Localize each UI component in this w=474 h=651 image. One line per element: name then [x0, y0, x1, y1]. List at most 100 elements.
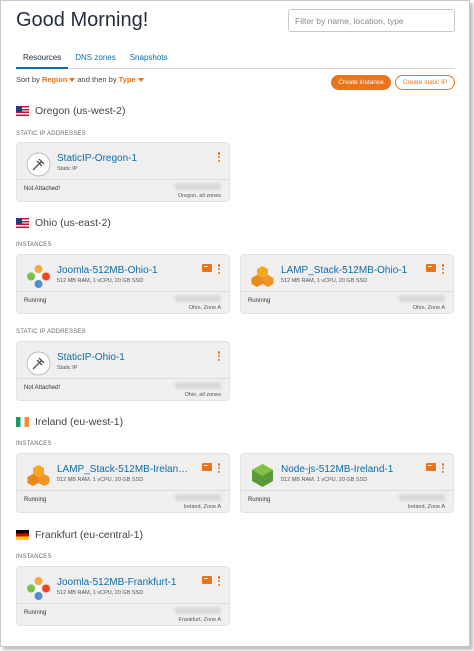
sort-bar: Sort by Region and then by Type: [16, 75, 144, 84]
instance-card[interactable]: Node-js-512MB-Ireland-1 512 MB RAM, 1 vC…: [240, 453, 454, 513]
section-label: STATIC IP ADDRESSES: [16, 131, 86, 137]
card-title[interactable]: LAMP_Stack-512MB-Ohio-1: [281, 265, 407, 276]
ip-address-redacted: [399, 295, 445, 302]
card-subtitle: Static IP: [57, 166, 78, 172]
tab-snapshots[interactable]: Snapshots: [123, 51, 175, 69]
card-title[interactable]: Node-js-512MB-Ireland-1: [281, 464, 393, 475]
terminal-icon[interactable]: [202, 576, 212, 584]
card-status: Not Attached!: [24, 385, 61, 391]
card-status: Running: [248, 298, 271, 304]
section-label: INSTANCES: [16, 441, 52, 447]
chevron-down-icon: [69, 78, 76, 83]
sort-primary-dropdown[interactable]: Region: [41, 75, 76, 84]
more-options-icon[interactable]: [441, 463, 445, 473]
terminal-icon[interactable]: [426, 463, 436, 471]
us-flag-icon: [16, 218, 29, 228]
ireland-flag-icon: [16, 417, 29, 427]
region-name: Ohio (us-east-2): [35, 217, 111, 229]
more-options-icon[interactable]: [217, 463, 221, 473]
sort-secondary-label: Type: [118, 75, 136, 84]
card-zone: Ohio, Zone A: [188, 305, 221, 311]
app-frame: Good Morning! Resources DNS zones Snapsh…: [0, 0, 470, 647]
lamp-stack-icon: [26, 463, 51, 488]
ip-address-redacted: [399, 494, 445, 501]
ip-address-redacted: [175, 183, 221, 190]
tab-bar: Resources DNS zones Snapshots: [16, 51, 455, 69]
card-divider: [17, 291, 229, 292]
instance-card[interactable]: LAMP_Stack-512MB-Ohio-1 512 MB RAM, 1 vC…: [240, 254, 454, 314]
card-divider: [241, 291, 453, 292]
card-title[interactable]: LAMP_Stack-512MB-Irelan…: [57, 464, 188, 475]
region-name: Ireland (eu-west-1): [35, 416, 124, 428]
card-subtitle: 512 MB RAM, 1 vCPU, 20 GB SSD: [57, 477, 144, 483]
region-header-frankfurt: Frankfurt (eu-central-1): [16, 529, 143, 541]
terminal-icon[interactable]: [202, 463, 212, 471]
static-ip-card[interactable]: StaticIP-Ohio-1 Static IP Not Attached! …: [16, 341, 230, 401]
terminal-icon[interactable]: [426, 264, 436, 272]
create-instance-button[interactable]: Create instance: [331, 75, 391, 90]
more-options-icon[interactable]: [217, 152, 221, 162]
terminal-icon[interactable]: [202, 264, 212, 272]
ip-address-redacted: [175, 295, 221, 302]
sort-secondary-dropdown[interactable]: Type: [119, 75, 144, 84]
section-label: INSTANCES: [16, 554, 52, 560]
card-subtitle: Static IP: [57, 365, 78, 371]
card-zone: Ireland, Zone A: [407, 504, 445, 510]
card-divider: [17, 490, 229, 491]
tab-resources[interactable]: Resources: [16, 51, 69, 69]
germany-flag-icon: [16, 530, 29, 540]
card-subtitle: 512 MB RAM, 1 vCPU, 20 GB SSD: [57, 590, 144, 596]
region-name: Frankfurt (eu-central-1): [35, 529, 143, 541]
region-header-oregon: Oregon (us-west-2): [16, 105, 125, 117]
card-title[interactable]: StaticIP-Ohio-1: [57, 352, 125, 363]
card-title[interactable]: Joomla-512MB-Frankfurt-1: [57, 577, 176, 588]
instance-card[interactable]: LAMP_Stack-512MB-Irelan… 512 MB RAM, 1 v…: [16, 453, 230, 513]
card-zone: Ireland, Zone A: [183, 504, 221, 510]
section-label: INSTANCES: [16, 242, 52, 248]
card-subtitle: 512 MB RAM, 1 vCPU, 20 GB SSD: [281, 278, 368, 284]
card-zone: Frankfurt, Zone A: [178, 617, 222, 623]
joomla-icon: [26, 576, 51, 601]
more-options-icon[interactable]: [217, 264, 221, 274]
pin-icon: [26, 351, 51, 376]
card-zone: Ohio, Zone A: [412, 305, 445, 311]
static-ip-card[interactable]: StaticIP-Oregon-1 Static IP Not Attached…: [16, 142, 230, 202]
card-zone: Ohio, all zones: [184, 392, 221, 398]
tab-dns-zones[interactable]: DNS zones: [68, 51, 122, 69]
sort-middle: and then by: [77, 75, 117, 84]
card-divider: [241, 490, 453, 491]
card-divider: [17, 603, 229, 604]
sort-primary-label: Region: [41, 75, 68, 84]
card-status: Running: [24, 298, 47, 304]
pin-icon: [26, 152, 51, 177]
card-status: Running: [24, 497, 47, 503]
sort-prefix: Sort by: [16, 75, 40, 84]
card-divider: [17, 378, 229, 379]
ip-address-redacted: [175, 494, 221, 501]
card-zone: Oregon, all zones: [177, 193, 221, 199]
more-options-icon[interactable]: [441, 264, 445, 274]
region-name: Oregon (us-west-2): [35, 105, 126, 117]
page-title: Good Morning!: [16, 9, 149, 31]
card-status: Running: [24, 610, 47, 616]
more-options-icon[interactable]: [217, 576, 221, 586]
card-subtitle: 512 MB RAM, 1 vCPU, 20 GB SSD: [57, 278, 144, 284]
region-header-ohio: Ohio (us-east-2): [16, 217, 111, 229]
card-subtitle: 512 MB RAM, 1 vCPU, 20 GB SSD: [281, 477, 368, 483]
chevron-down-icon: [137, 78, 144, 83]
instance-card[interactable]: Joomla-512MB-Frankfurt-1 512 MB RAM, 1 v…: [16, 566, 230, 626]
instance-card[interactable]: Joomla-512MB-Ohio-1 512 MB RAM, 1 vCPU, …: [16, 254, 230, 314]
region-header-ireland: Ireland (eu-west-1): [16, 416, 123, 428]
section-label: STATIC IP ADDRESSES: [16, 329, 86, 335]
more-options-icon[interactable]: [217, 351, 221, 361]
card-title[interactable]: Joomla-512MB-Ohio-1: [57, 265, 158, 276]
card-status: Not Attached!: [24, 186, 61, 192]
ip-address-redacted: [175, 382, 221, 389]
card-divider: [17, 179, 229, 180]
us-flag-icon: [16, 106, 29, 116]
create-static-ip-button[interactable]: Create static IP: [395, 75, 455, 90]
search-input[interactable]: [288, 9, 455, 32]
lamp-stack-icon: [250, 264, 275, 289]
card-title[interactable]: StaticIP-Oregon-1: [57, 153, 137, 164]
card-status: Running: [248, 497, 271, 503]
